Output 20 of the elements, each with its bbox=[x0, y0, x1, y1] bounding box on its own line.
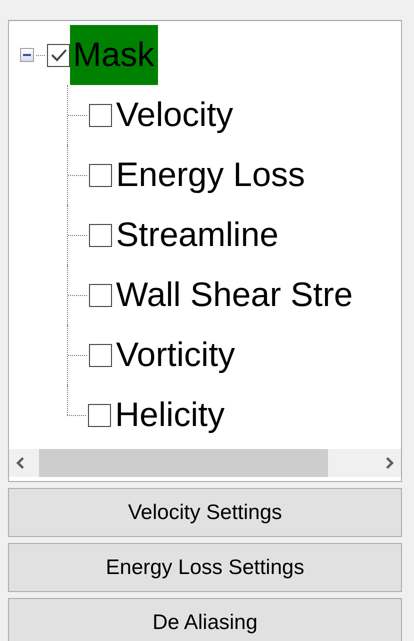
checkbox[interactable] bbox=[89, 104, 112, 126]
settings-button[interactable]: Energy Loss Settings bbox=[8, 543, 402, 592]
checkbox[interactable] bbox=[89, 224, 112, 246]
tree-item[interactable]: Energy Loss bbox=[112, 145, 309, 205]
checkbox[interactable] bbox=[47, 44, 70, 66]
tree-item[interactable]: Mask bbox=[70, 25, 158, 85]
tree-item[interactable]: Vorticity bbox=[112, 325, 240, 385]
settings-button[interactable]: Velocity Settings bbox=[8, 488, 402, 537]
checkbox[interactable] bbox=[89, 164, 112, 186]
horizontal-scrollbar[interactable] bbox=[9, 449, 401, 477]
tree-item[interactable]: Helicity bbox=[111, 385, 229, 445]
scrollbar-thumb[interactable] bbox=[39, 449, 328, 477]
checkbox[interactable] bbox=[89, 284, 112, 306]
tree-item[interactable]: Streamline bbox=[112, 205, 283, 265]
tree-item[interactable]: Velocity bbox=[112, 85, 238, 145]
action-button[interactable]: De Aliasing bbox=[8, 598, 402, 641]
checkbox[interactable] bbox=[88, 404, 111, 426]
checkbox[interactable] bbox=[89, 344, 112, 366]
collapse-icon[interactable] bbox=[20, 48, 34, 62]
tree-item[interactable]: Wall Shear Stre bbox=[112, 265, 357, 325]
